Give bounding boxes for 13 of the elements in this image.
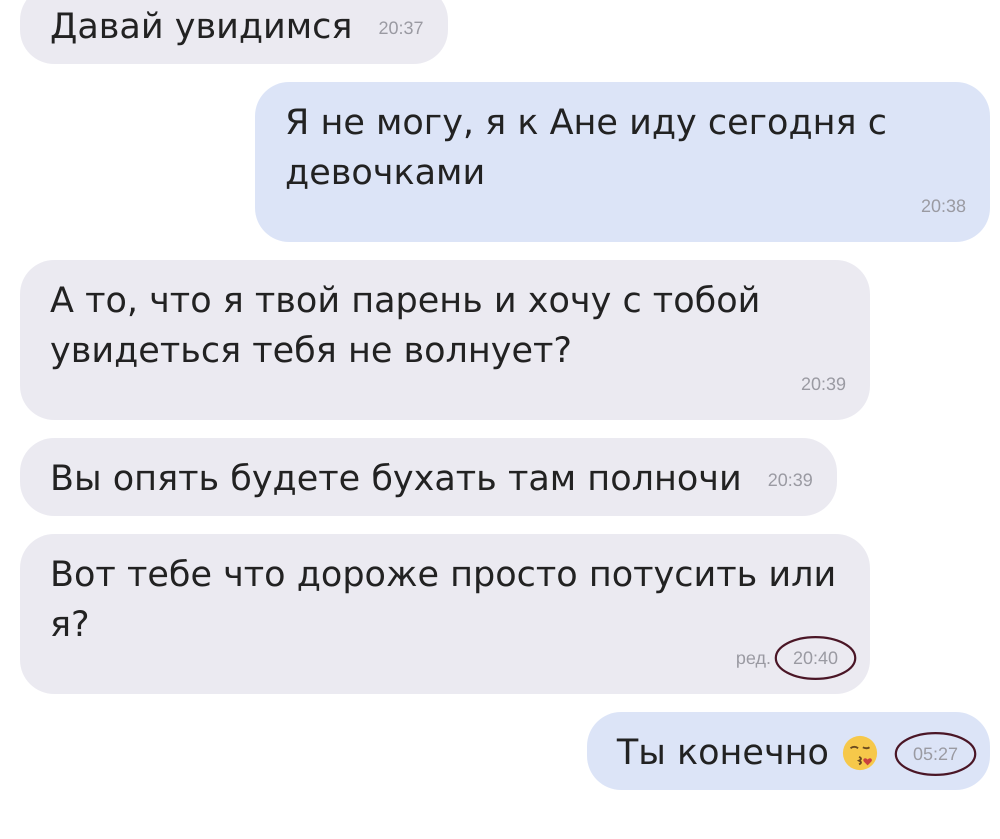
message-time: 20:38 [920,195,966,218]
message-time: 20:39 [800,373,846,396]
message-time: 20:39 [768,469,813,492]
message-text: Давай увидимся [50,6,352,49]
message-time: 05:27 [904,742,966,766]
message-text: Вот тебе что дороже просто потусить или я? [50,554,838,647]
edited-label: ред. [736,647,771,670]
message-text: Ты конечно [616,732,829,775]
message-text: Я не могу, я к Ане иду сегодня с девочками [285,102,888,195]
message-text: Вы опять будете бухать там полночи [50,458,742,501]
message-time: 20:40 [784,646,846,670]
message-time: 20:37 [378,17,424,40]
message-text: А то, что я твой парень и хочу с тобой увидеться тебя не волнует? [50,280,762,373]
